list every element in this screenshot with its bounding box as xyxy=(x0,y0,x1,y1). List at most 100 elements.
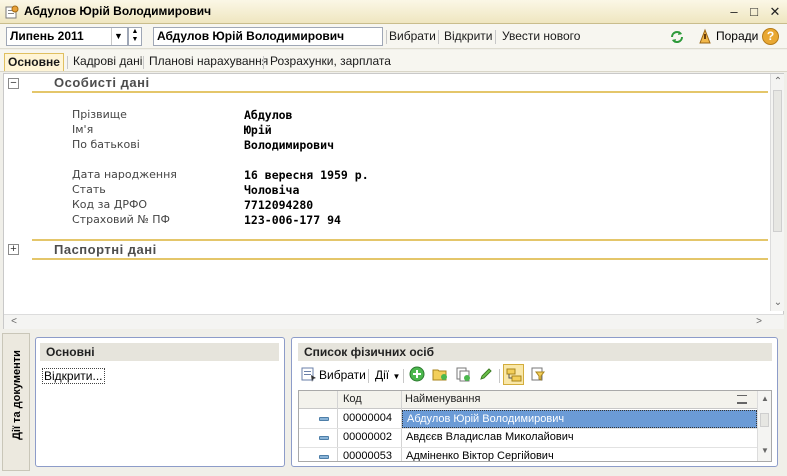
tab-divider xyxy=(143,56,144,69)
add-icon[interactable] xyxy=(409,366,425,382)
panel-header-wrap: Список фізичних осіб xyxy=(298,343,772,361)
hierarchy-icon xyxy=(506,368,522,382)
field-value-patronymic: Володимирович xyxy=(244,138,335,152)
horizontal-scrollbar[interactable]: < > xyxy=(4,314,784,329)
scroll-down-icon[interactable]: ⌄ xyxy=(771,296,785,310)
chevron-down-icon: ▼ xyxy=(392,372,401,381)
hierarchy-toggle-button[interactable] xyxy=(503,364,524,385)
field-value-first-name: Юрій xyxy=(244,123,272,137)
section-divider xyxy=(32,239,768,241)
cell-name: Абдулов Юрій Володимирович xyxy=(402,410,757,428)
scroll-up-icon[interactable]: ⌃ xyxy=(771,75,785,89)
enter-new-button[interactable]: Увести нового xyxy=(502,29,580,43)
toolbar-divider xyxy=(499,369,500,383)
scroll-right-icon[interactable]: > xyxy=(752,315,766,329)
toolbar-divider xyxy=(386,30,387,44)
table-row[interactable]: 00000053 Адміненко Віктор Сергійович xyxy=(299,448,757,462)
chevron-down-icon[interactable]: ▼ xyxy=(111,28,125,45)
field-label-tax-code: Код за ДРФО xyxy=(72,198,148,211)
section-underline xyxy=(32,91,768,93)
field-value-surname: Абдулов xyxy=(244,108,293,122)
scroll-down-icon[interactable]: ▼ xyxy=(758,444,771,458)
field-label-sex: Стать xyxy=(72,183,106,196)
section-underline xyxy=(32,258,768,260)
close-icon[interactable]: ✕ xyxy=(766,3,784,20)
grid-vertical-scrollbar[interactable]: ▲ ▼ xyxy=(757,391,771,461)
tab-main[interactable]: Основне xyxy=(4,53,64,71)
field-label-surname: Прізвище xyxy=(72,108,127,121)
window-title: Абдулов Юрій Володимирович xyxy=(24,4,212,18)
app-form-icon xyxy=(5,5,19,19)
item-marker-icon xyxy=(319,417,329,421)
form-toolbar: Липень 2011 ▼ ▲ ▼ Абдулов Юрій Володимиро… xyxy=(0,24,787,49)
field-label-patronymic: По батькові xyxy=(72,138,140,151)
table-row[interactable]: 00000002 Авдєєв Владислав Миколайович xyxy=(299,429,757,448)
main-content-panel: − Особисті дані Прізвище Абдулов Ім'я Юр… xyxy=(3,73,784,329)
hierarchy-filter-icon[interactable] xyxy=(530,366,546,382)
cell-code: 00000053 xyxy=(343,450,392,462)
panel-title-main: Основні xyxy=(40,343,279,361)
cell-name: Адміненко Віктор Сергійович xyxy=(406,450,554,462)
field-value-pension-number: 123-006-177 94 xyxy=(244,213,341,227)
tab-divider xyxy=(263,56,264,69)
scroll-left-icon[interactable]: < xyxy=(7,315,21,329)
table-row[interactable]: 00000004 Абдулов Юрій Володимирович xyxy=(299,410,757,429)
persons-list-panel: Список фізичних осіб Вибрати Дії ▼ Код Н… xyxy=(291,337,778,467)
tab-hr-data[interactable]: Кадрові дані xyxy=(70,53,145,71)
minimize-icon[interactable]: – xyxy=(725,3,743,20)
cell-code: 00000002 xyxy=(343,431,392,443)
field-label-first-name: Ім'я xyxy=(72,123,94,136)
scroll-thumb[interactable] xyxy=(773,90,782,232)
collapse-personal-icon[interactable]: − xyxy=(8,78,19,89)
grid-header: Код Найменування xyxy=(299,391,757,409)
field-label-pension-number: Страховий № ПФ xyxy=(72,213,171,226)
scroll-up-icon[interactable]: ▲ xyxy=(758,392,771,406)
period-select[interactable]: Липень 2011 ▼ xyxy=(6,27,128,46)
panel-header-wrap: Основні xyxy=(40,343,279,361)
toolbar-divider xyxy=(438,30,439,44)
toolbar-divider xyxy=(495,30,496,44)
add-folder-icon[interactable] xyxy=(432,366,448,382)
open-button[interactable]: Відкрити xyxy=(444,29,493,43)
side-tab-actions-documents[interactable]: Дії та документи xyxy=(2,333,30,471)
person-name-field[interactable]: Абдулов Юрій Володимирович xyxy=(153,27,383,46)
maximize-icon[interactable]: □ xyxy=(745,3,763,20)
tips-icon[interactable] xyxy=(697,28,713,45)
sort-icon[interactable] xyxy=(737,395,747,404)
section-title-personal: Особисті дані xyxy=(54,75,150,90)
item-marker-icon xyxy=(319,436,329,440)
tips-button[interactable]: Поради xyxy=(716,29,758,43)
open-link[interactable]: Відкрити... xyxy=(42,368,105,384)
tab-divider xyxy=(67,56,68,69)
period-value: Липень 2011 xyxy=(10,29,84,43)
expand-passport-icon[interactable]: + xyxy=(8,244,19,255)
tab-payroll[interactable]: Розрахунки, зарплата xyxy=(267,53,394,71)
select-button[interactable]: Вибрати xyxy=(389,29,436,43)
copy-icon[interactable] xyxy=(455,366,471,382)
persons-grid: Код Найменування 00000004 Абдулов Юрій В… xyxy=(298,390,772,462)
toolbar-divider xyxy=(403,369,404,383)
form-tabs: Основне Кадрові дані Планові нарахування… xyxy=(0,50,787,72)
side-tab-label: Дії та документи xyxy=(11,350,23,440)
field-label-birth-date: Дата народження xyxy=(72,168,177,181)
window-titlebar: Абдулов Юрій Володимирович – □ ✕ xyxy=(0,0,787,24)
period-spinner[interactable]: ▲ ▼ xyxy=(128,27,142,46)
edit-icon[interactable] xyxy=(478,366,494,382)
column-header-code[interactable]: Код xyxy=(343,393,362,405)
cell-code: 00000004 xyxy=(343,412,392,424)
select-list-icon[interactable] xyxy=(301,366,317,382)
field-value-tax-code: 7712094280 xyxy=(244,198,314,212)
actions-menu-button[interactable]: Дії ▼ xyxy=(375,368,400,386)
section-title-passport: Паспортні дані xyxy=(54,242,157,257)
help-icon[interactable]: ? xyxy=(762,28,779,45)
vertical-scrollbar[interactable]: ⌃ ⌄ xyxy=(770,74,784,311)
tab-planned-accruals[interactable]: Планові нарахування xyxy=(146,53,271,71)
column-header-name[interactable]: Найменування xyxy=(405,393,480,405)
field-value-birth-date: 16 вересня 1959 р. xyxy=(244,168,369,182)
refresh-icon[interactable] xyxy=(669,29,685,45)
scroll-thumb[interactable] xyxy=(760,413,769,427)
select-button[interactable]: Вибрати xyxy=(319,368,366,386)
item-marker-icon xyxy=(319,455,329,459)
cell-name: Авдєєв Владислав Миколайович xyxy=(406,431,574,443)
main-links-panel: Основні Відкрити... xyxy=(35,337,285,467)
